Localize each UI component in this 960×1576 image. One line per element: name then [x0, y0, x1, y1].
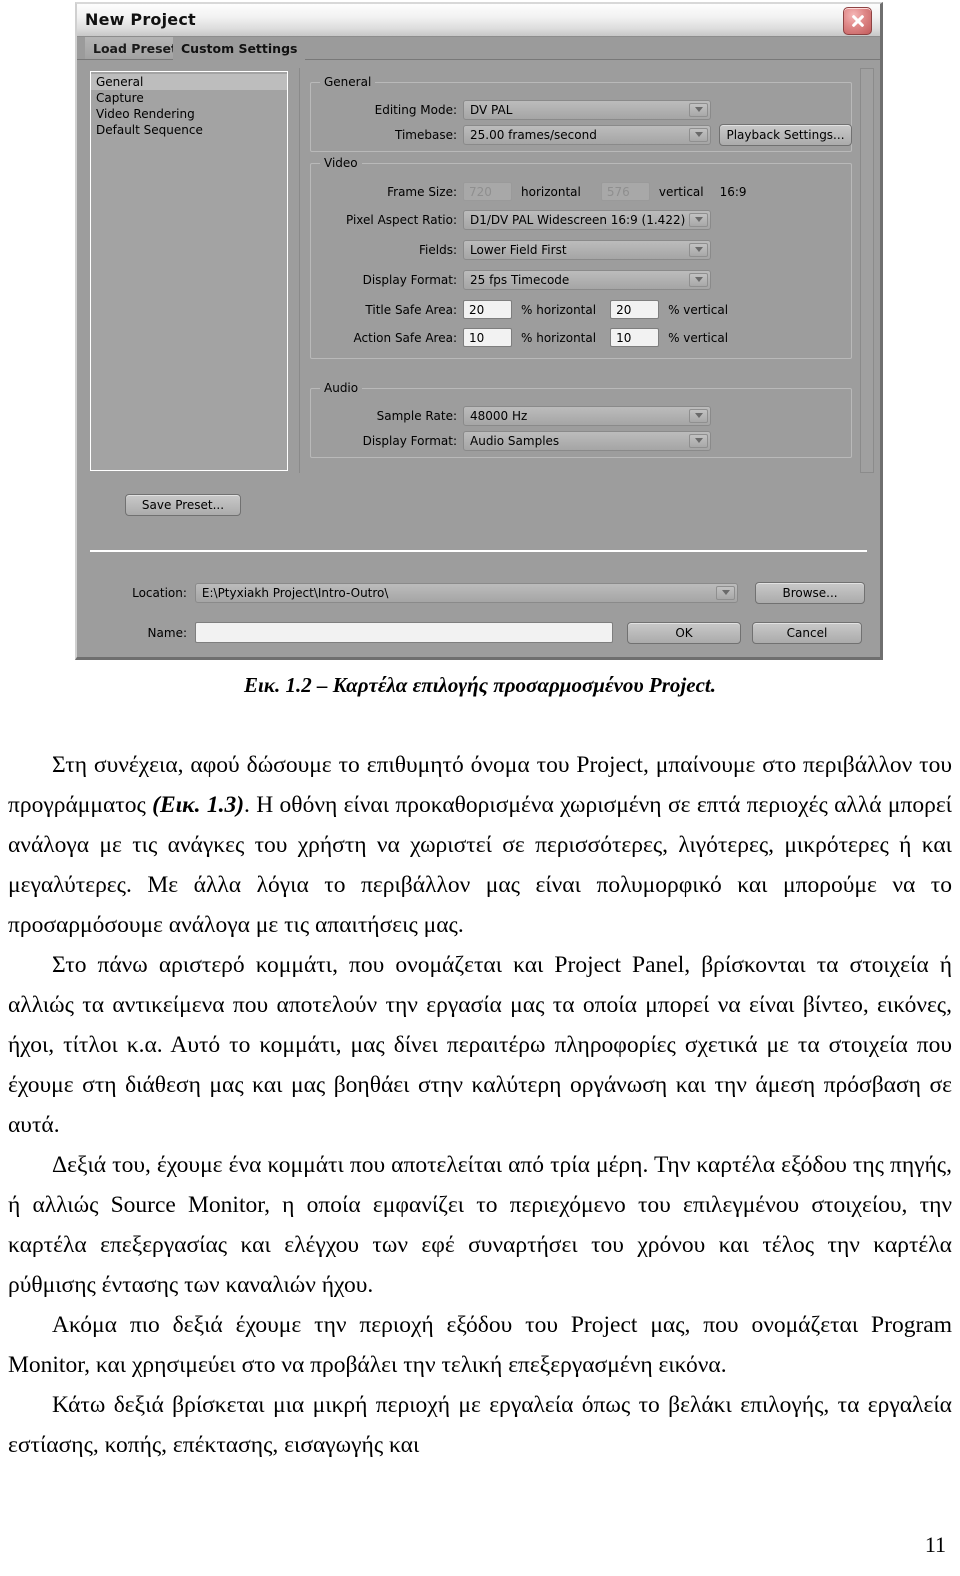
fields-select[interactable]: Lower Field First [463, 239, 711, 260]
row-video-display-format: Display Format: 25 fps Timecode [311, 269, 851, 290]
dialog-title: New Project [85, 10, 196, 29]
audio-display-format-select[interactable]: Audio Samples [463, 430, 711, 451]
action-safe-horizontal-unit: % horizontal [521, 330, 597, 345]
title-safe-horizontal-field[interactable]: 20 [463, 300, 512, 319]
paragraph-1: Στη συνέχεια, αφού δώσουμε το επιθυμητό … [8, 745, 952, 945]
location-label: Location: [132, 585, 187, 600]
playback-settings-button[interactable]: Playback Settings... [719, 124, 852, 146]
video-display-format-select[interactable]: 25 fps Timecode [463, 269, 711, 290]
pixel-aspect-ratio-label: Pixel Aspect Ratio: [346, 212, 457, 227]
frame-size-vertical-field[interactable]: 576 [600, 182, 650, 201]
group-audio: Audio Sample Rate: 48000 Hz Display Form… [310, 381, 852, 458]
fields-label: Fields: [419, 242, 457, 257]
group-video-legend: Video [320, 156, 362, 170]
tree-item-capture[interactable]: Capture [91, 90, 287, 106]
paragraph-5: Κάτω δεξιά βρίσκεται μια μικρή περιοχή μ… [8, 1392, 952, 1458]
title-safe-horizontal-unit: % horizontal [521, 302, 597, 317]
save-preset-button[interactable]: Save Preset... [125, 494, 241, 516]
title-safe-vertical-unit: % vertical [668, 302, 729, 317]
audio-display-format-value: Audio Samples [470, 433, 560, 448]
timebase-select[interactable]: 25.00 frames/second [463, 124, 711, 145]
pixel-aspect-ratio-select[interactable]: D1/DV PAL Widescreen 16:9 (1.422) [463, 209, 711, 230]
cancel-button[interactable]: Cancel [752, 621, 862, 644]
paragraph-4: Ακόμα πιο δεξιά έχουμε την περιοχή εξόδο… [8, 1312, 952, 1378]
tree-item-general[interactable]: General [91, 74, 287, 90]
action-safe-horizontal-field[interactable]: 10 [463, 328, 512, 347]
chevron-down-icon[interactable] [689, 212, 708, 227]
row-fields: Fields: Lower Field First [311, 239, 851, 260]
editing-mode-value: DV PAL [470, 102, 513, 117]
figure-new-project-dialog: New Project Load Preset Custom Settings … [75, 2, 883, 660]
fields-value: Lower Field First [470, 242, 567, 257]
name-label: Name: [147, 625, 187, 640]
frame-size-horizontal-unit: horizontal [521, 184, 581, 199]
row-title-safe-area: Title Safe Area: 20 % horizontal 20 % ve… [311, 299, 851, 320]
name-input[interactable] [195, 622, 613, 643]
paragraph-3: Δεξιά του, έχουμε ένα κομμάτι που αποτελ… [8, 1152, 952, 1298]
chevron-down-icon[interactable] [689, 242, 708, 257]
timebase-label: Timebase: [394, 127, 457, 142]
sample-rate-select[interactable]: 48000 Hz [463, 405, 711, 426]
chevron-down-icon[interactable] [716, 585, 736, 600]
tab-load-preset[interactable]: Load Preset [85, 37, 186, 59]
dialog-titlebar: New Project [77, 4, 880, 37]
row-action-safe-area: Action Safe Area: 10 % horizontal 10 % v… [311, 327, 851, 348]
title-safe-vertical-field[interactable]: 20 [610, 300, 660, 319]
row-pixel-aspect-ratio: Pixel Aspect Ratio: D1/DV PAL Widescreen… [311, 209, 851, 230]
dialog-tabstrip: Load Preset Custom Settings [77, 37, 880, 60]
page-number: 11 [924, 1532, 946, 1557]
row-name: Name: OK Cancel [125, 621, 865, 644]
location-value: E:\Ptyxiakh Project\Intro-Outro\ [201, 585, 389, 600]
row-location: Location: E:\Ptyxiakh Project\Intro-Outr… [125, 581, 865, 604]
sample-rate-value: 48000 Hz [470, 408, 528, 423]
document-body: Στη συνέχεια, αφού δώσουμε το επιθυμητό … [8, 745, 952, 1465]
video-display-format-value: 25 fps Timecode [470, 272, 570, 287]
sample-rate-label: Sample Rate: [376, 408, 457, 423]
browse-button[interactable]: Browse... [755, 581, 865, 604]
close-icon[interactable] [843, 7, 872, 35]
row-audio-display-format: Display Format: Audio Samples [311, 430, 851, 451]
chevron-down-icon[interactable] [689, 102, 708, 117]
title-safe-area-label: Title Safe Area: [365, 302, 457, 317]
group-video: Video Frame Size: 720 horizontal 576 ver… [310, 156, 852, 359]
audio-display-format-label: Display Format: [362, 433, 457, 448]
tree-item-video-rendering[interactable]: Video Rendering [91, 106, 287, 122]
figure-reference: (Εικ. 1.3) [152, 792, 245, 818]
action-safe-vertical-field[interactable]: 10 [610, 328, 660, 347]
frame-size-label: Frame Size: [387, 184, 457, 199]
group-audio-legend: Audio [320, 381, 363, 395]
frame-aspect-ratio-text: 16:9 [719, 184, 747, 199]
settings-panel: General Editing Mode: DV PAL Timebase: 2… [299, 68, 869, 473]
tree-item-default-sequence[interactable]: Default Sequence [91, 122, 287, 138]
pixel-aspect-ratio-value: D1/DV PAL Widescreen 16:9 (1.422) [470, 212, 686, 227]
editing-mode-select[interactable]: DV PAL [463, 99, 711, 120]
row-sample-rate: Sample Rate: 48000 Hz [311, 405, 851, 426]
tab-custom-settings[interactable]: Custom Settings [173, 37, 306, 60]
video-display-format-label: Display Format: [362, 272, 457, 287]
chevron-down-icon[interactable] [689, 408, 708, 423]
row-frame-size: Frame Size: 720 horizontal 576 vertical … [311, 181, 851, 202]
chevron-down-icon[interactable] [689, 127, 708, 142]
figure-caption: Εικ. 1.2 – Καρτέλα επιλογής προσαρμοσμέν… [244, 673, 716, 697]
paragraph-2: Στο πάνω αριστερό κομμάτι, που ονομάζετα… [8, 952, 952, 1138]
settings-category-tree[interactable]: General Capture Video Rendering Default … [90, 71, 288, 471]
new-project-dialog: New Project Load Preset Custom Settings … [75, 2, 883, 660]
location-select[interactable]: E:\Ptyxiakh Project\Intro-Outro\ [194, 582, 739, 603]
editing-mode-label: Editing Mode: [374, 102, 457, 117]
timebase-value: 25.00 frames/second [470, 127, 597, 142]
action-safe-area-label: Action Safe Area: [353, 330, 457, 345]
frame-size-vertical-unit: vertical [658, 184, 704, 199]
dialog-body: General Capture Video Rendering Default … [77, 60, 880, 657]
settings-scrollbar[interactable] [860, 68, 874, 473]
frame-size-horizontal-field[interactable]: 720 [463, 182, 512, 201]
action-safe-vertical-unit: % vertical [668, 330, 729, 345]
chevron-down-icon[interactable] [689, 272, 708, 287]
ok-button[interactable]: OK [627, 621, 741, 644]
row-editing-mode: Editing Mode: DV PAL [311, 99, 851, 120]
group-general-legend: General [320, 75, 376, 89]
footer-divider [90, 550, 867, 552]
chevron-down-icon[interactable] [689, 433, 708, 448]
